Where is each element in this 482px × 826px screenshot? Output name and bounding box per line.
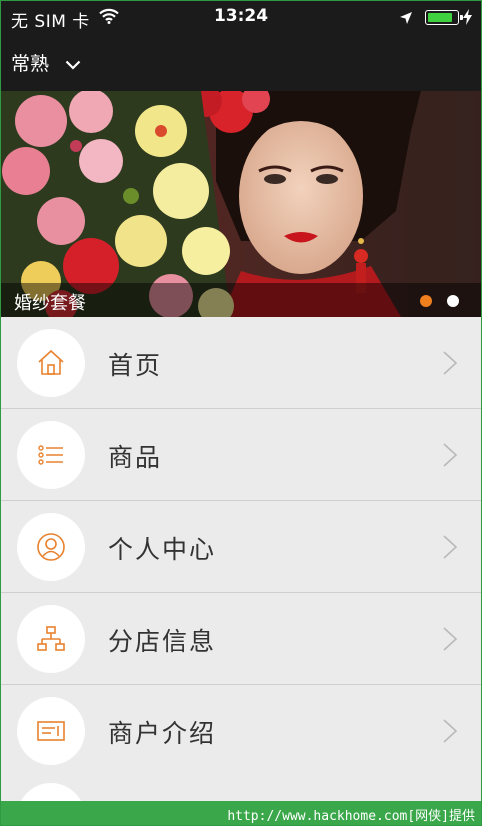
menu-item-label: 商品 [108,443,163,472]
list-icon [38,445,63,465]
menu-icon-circle [17,697,85,765]
banner-carousel[interactable]: 婚纱套餐 [1,91,481,317]
nav-bar: 常熟 [1,33,481,91]
menu-item-label: 首页 [108,351,163,380]
menu-item-label: 商户介绍 [108,719,217,748]
banner-caption-bar: 婚纱套餐 [1,283,481,317]
menu-item-merchant-intro[interactable]: 商户介绍 [1,685,481,777]
user-icon [37,533,65,561]
menu-item-profile[interactable]: 个人中心 [1,501,481,593]
city-selector[interactable]: 常熟 [11,49,49,76]
main-menu: 首页 商品 个人中心 分店信息 商户介绍 [1,317,481,777]
chevron-down-icon[interactable] [65,55,81,74]
watermark-footer: http://www.hackhome.com[网侠]提供 [1,801,481,825]
battery-icon [425,10,463,25]
menu-item-home[interactable]: 首页 [1,317,481,409]
home-icon [38,349,64,375]
menu-item-branches[interactable]: 分店信息 [1,593,481,685]
watermark-text: http://www.hackhome.com[网侠]提供 [227,809,475,824]
menu-icon-circle [17,605,85,673]
chevron-right-icon [443,719,458,743]
merchant-card-icon [37,721,65,741]
chevron-right-icon [443,351,458,375]
banner-caption: 婚纱套餐 [14,293,86,314]
location-arrow-icon [399,10,413,29]
chevron-right-icon [443,627,458,651]
carousel-dot-2[interactable] [447,295,459,307]
branch-tree-icon [37,626,65,651]
menu-icon-circle [17,421,85,489]
battery-fill [428,13,453,22]
status-bar: 无 SIM 卡 13:24 [1,1,481,33]
menu-icon-circle [17,329,85,397]
menu-item-label: 分店信息 [108,627,217,656]
charging-bolt-icon [463,9,472,29]
app-screen: 无 SIM 卡 13:24 常熟 婚纱套餐 首页 商品 个人中心 分店信息 商户… [0,0,482,826]
carousel-dot-1[interactable] [420,295,432,307]
menu-item-label: 个人中心 [108,535,217,564]
menu-item-products[interactable]: 商品 [1,409,481,501]
chevron-right-icon [443,535,458,559]
menu-icon-circle [17,513,85,581]
chevron-right-icon [443,443,458,467]
